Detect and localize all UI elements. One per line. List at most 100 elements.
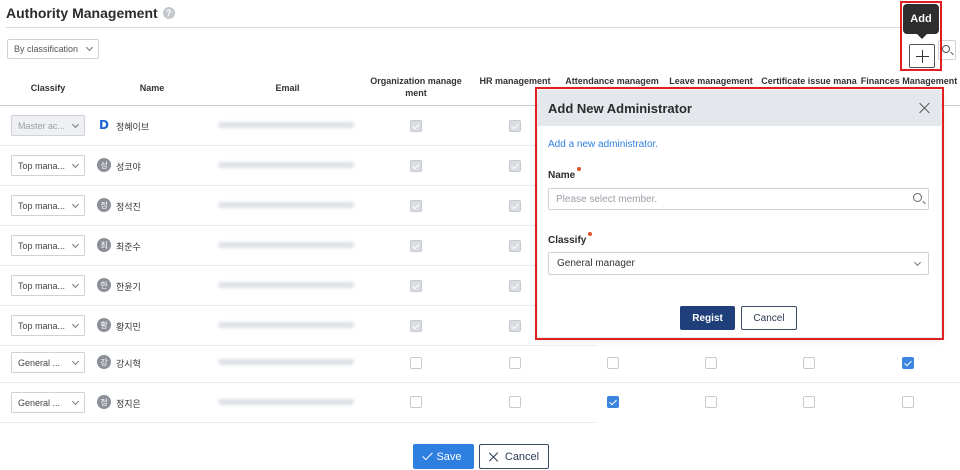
classify-select[interactable]: Top mana... — [11, 155, 85, 176]
classify-value: Top mana... — [18, 160, 66, 171]
table-row-tail — [596, 383, 960, 423]
chevron-down-icon — [71, 240, 80, 248]
hr-checkbox[interactable] — [509, 280, 521, 292]
header-attendance: Attendance managem — [565, 76, 659, 86]
hr-checkbox[interactable] — [509, 320, 521, 332]
org-checkbox[interactable] — [410, 320, 422, 332]
close-icon — [489, 452, 499, 462]
table-row: General ... 강 강시혁 — [0, 343, 596, 383]
org-checkbox[interactable] — [410, 357, 422, 369]
classify-select[interactable]: Top mana... — [11, 315, 85, 336]
certificate-checkbox[interactable] — [803, 396, 815, 408]
header-leave: Leave management — [669, 76, 753, 86]
classify-select[interactable]: Top mana... — [11, 195, 85, 216]
avatar: 최 — [97, 238, 111, 252]
hr-checkbox[interactable] — [509, 240, 521, 252]
leave-checkbox[interactable] — [705, 396, 717, 408]
chevron-down-icon — [71, 160, 80, 168]
member-name: 최준수 — [116, 243, 141, 253]
hr-checkbox[interactable] — [509, 160, 521, 172]
member-name: 한윤기 — [116, 283, 141, 293]
help-icon[interactable]: ? — [162, 7, 175, 19]
header-hr: HR management — [479, 76, 551, 86]
avatar: 한 — [97, 278, 111, 292]
attendance-checkbox[interactable] — [607, 396, 619, 408]
table-row: Top mana... 한 한윤기 — [0, 266, 596, 306]
table-row: Top mana... 정 정석진 — [0, 186, 596, 226]
header-organization-line2: ment — [405, 88, 427, 98]
finances-checkbox[interactable] — [902, 357, 914, 369]
table-row: Top mana... 최 최준수 — [0, 226, 596, 266]
email-redacted — [218, 322, 354, 328]
avatar: D — [99, 118, 109, 132]
header-organization-line1: Organization manage — [370, 76, 462, 86]
page-title-text: Authority Management — [6, 5, 158, 21]
avatar: 황 — [97, 318, 111, 332]
org-checkbox[interactable] — [410, 200, 422, 212]
leave-checkbox[interactable] — [705, 357, 717, 369]
member-name: 성코야 — [116, 163, 141, 173]
add-tooltip: Add — [903, 4, 939, 39]
table-row: Top mana... 황 황지민 — [0, 306, 596, 346]
chevron-down-icon — [71, 397, 80, 405]
classify-select[interactable]: Top mana... — [11, 235, 85, 256]
check-icon — [422, 449, 434, 460]
classification-filter-select[interactable]: By classification — [7, 39, 99, 59]
search-icon — [942, 45, 950, 53]
email-redacted — [218, 162, 354, 168]
header-finances: Finances Management — [860, 76, 958, 86]
classify-value: Top mana... — [18, 320, 66, 331]
org-checkbox[interactable] — [410, 280, 422, 292]
avatar: 강 — [97, 355, 111, 369]
header-certificate: Certificate issue mana — [761, 76, 857, 86]
cancel-button[interactable]: Cancel — [479, 444, 549, 469]
org-checkbox[interactable] — [410, 240, 422, 252]
org-checkbox[interactable] — [410, 120, 422, 132]
title-divider — [6, 27, 914, 28]
classify-value: General ... — [18, 357, 61, 368]
org-checkbox[interactable] — [410, 160, 422, 172]
classify-select[interactable]: Top mana... — [11, 275, 85, 296]
chevron-down-icon — [71, 200, 80, 208]
member-name: 정지은 — [116, 400, 141, 410]
hr-checkbox[interactable] — [509, 200, 521, 212]
header-organization: Organization manage ment — [364, 75, 468, 99]
finances-checkbox[interactable] — [902, 396, 914, 408]
member-name: 강시혁 — [116, 360, 141, 370]
member-name: 황지민 — [116, 323, 141, 333]
hr-checkbox[interactable] — [509, 120, 521, 132]
email-redacted — [218, 359, 354, 365]
attendance-checkbox[interactable] — [607, 357, 619, 369]
header-classify: Classify — [30, 83, 66, 93]
email-redacted — [218, 202, 354, 208]
classify-select[interactable]: Master ac... — [11, 115, 85, 136]
add-button[interactable] — [909, 44, 935, 68]
classify-value: Top mana... — [18, 200, 66, 211]
filter-label: By classification — [14, 44, 79, 54]
save-label: Save — [436, 450, 462, 463]
classify-value: Top mana... — [18, 240, 66, 251]
classify-select[interactable]: General ... — [11, 392, 85, 413]
certificate-checkbox[interactable] — [803, 357, 815, 369]
email-redacted — [218, 282, 354, 288]
classify-value: Top mana... — [18, 280, 66, 291]
page-title: Authority Management ? — [6, 5, 175, 21]
classify-select[interactable]: General ... — [11, 352, 85, 373]
chevron-down-icon — [85, 43, 94, 52]
chevron-down-icon — [71, 120, 80, 128]
avatar: 정 — [97, 395, 111, 409]
chevron-down-icon — [71, 320, 80, 328]
header-email: Email — [275, 83, 300, 93]
cancel-label: Cancel — [504, 450, 540, 463]
classify-value: Master ac... — [18, 120, 66, 131]
table-row: Master ac... D 정혜이브 — [0, 106, 596, 146]
hr-checkbox[interactable] — [509, 396, 521, 408]
table-row-tail — [596, 343, 960, 383]
chevron-down-icon — [71, 357, 80, 365]
org-checkbox[interactable] — [410, 396, 422, 408]
save-button[interactable]: Save — [413, 444, 474, 469]
hr-checkbox[interactable] — [509, 357, 521, 369]
header-name: Name — [139, 83, 165, 93]
email-redacted — [218, 242, 354, 248]
avatar: 정 — [97, 198, 111, 212]
